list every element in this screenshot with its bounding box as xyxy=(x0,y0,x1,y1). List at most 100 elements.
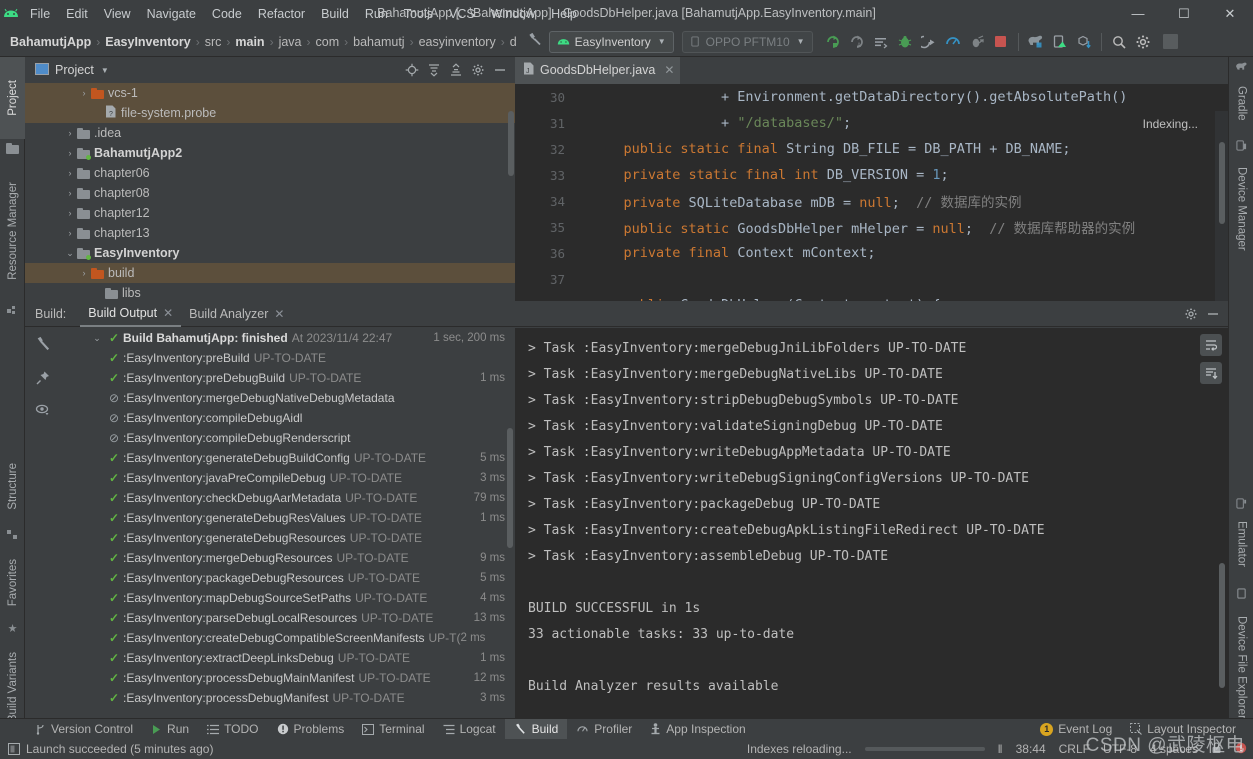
menu-build[interactable]: Build xyxy=(313,4,357,24)
tool-window-version-control[interactable]: Version Control xyxy=(26,719,142,740)
hide-panel-icon[interactable] xyxy=(489,59,511,81)
eye-icon[interactable] xyxy=(35,403,52,420)
menu-vcs[interactable]: VCS xyxy=(441,4,483,24)
build-task-row[interactable]: ✓ :EasyInventory:packageDebugResources U… xyxy=(61,568,515,588)
chevron-down-icon[interactable]: ⌄ xyxy=(63,248,77,259)
tree-row[interactable]: › build xyxy=(25,263,515,283)
file-encoding[interactable]: UTF-8 xyxy=(1103,742,1137,756)
breadcrumb-item-6[interactable]: bahamutj xyxy=(351,35,406,49)
tool-window-build[interactable]: Build xyxy=(504,718,568,740)
build-task-row[interactable]: ✓ :EasyInventory:createDebugCompatibleSc… xyxy=(61,628,515,648)
sidebar-item-resource-manager[interactable]: Resource Manager xyxy=(0,161,25,301)
collapse-all-icon[interactable] xyxy=(445,59,467,81)
status-message[interactable]: Launch succeeded (5 minutes ago) xyxy=(8,742,213,756)
build-task-row[interactable]: ✓ :EasyInventory:checkDebugAarMetadata U… xyxy=(61,488,515,508)
tree-row[interactable]: › chapter06 xyxy=(25,163,515,183)
tree-row[interactable]: › .idea xyxy=(25,123,515,143)
minimize-button[interactable]: — xyxy=(1115,0,1161,27)
tool-window-problems[interactable]: Problems xyxy=(268,719,354,740)
console-line-analyzer-link[interactable]: Build Analyzer results available xyxy=(528,674,1228,700)
chevron-right-icon[interactable]: › xyxy=(63,208,77,218)
debug-icon[interactable] xyxy=(893,30,917,54)
project-tree-scrollbar[interactable] xyxy=(508,111,514,176)
build-task-row[interactable]: ✓ :EasyInventory:javaPreCompileDebug UP-… xyxy=(61,468,515,488)
hide-panel-icon[interactable] xyxy=(1202,303,1224,325)
chevron-right-icon[interactable]: › xyxy=(63,148,77,158)
build-task-row[interactable]: ⊘ :EasyInventory:compileDebugRenderscrip… xyxy=(61,428,515,448)
tree-row[interactable]: libs xyxy=(25,283,515,301)
breadcrumb-item-3[interactable]: main xyxy=(233,35,266,49)
locate-icon[interactable] xyxy=(401,59,423,81)
scroll-to-end-icon[interactable] xyxy=(1200,362,1222,384)
stop-icon[interactable] xyxy=(989,30,1013,54)
tool-window-terminal[interactable]: Terminal xyxy=(353,719,433,740)
code-editor[interactable]: 30 + Environment.getDataDirectory().getA… xyxy=(515,84,1228,301)
breadcrumb-item-7[interactable]: easyinventory xyxy=(417,35,498,49)
run-configuration-selector[interactable]: EasyInventory ▼ xyxy=(548,30,674,53)
tab-build-output[interactable]: Build Output ✕ xyxy=(80,301,182,327)
menu-view[interactable]: View xyxy=(96,4,139,24)
build-task-row[interactable]: ✓ :EasyInventory:mapDebugSourceSetPaths … xyxy=(61,588,515,608)
chevron-right-icon[interactable]: › xyxy=(63,188,77,198)
sidebar-item-gradle[interactable]: Gradle xyxy=(1229,77,1253,129)
menu-refactor[interactable]: Refactor xyxy=(250,4,313,24)
device-manager-icon[interactable] xyxy=(1048,30,1072,54)
close-icon[interactable]: ✕ xyxy=(664,63,674,77)
build-task-tree[interactable]: ⌄ ✓ Build BahamutjApp: finished At 2023/… xyxy=(61,328,516,718)
breadcrumb-item-4[interactable]: java xyxy=(277,35,304,49)
build-task-row[interactable]: ✓ :EasyInventory:parseDebugLocalResource… xyxy=(61,608,515,628)
breadcrumb-item-5[interactable]: com xyxy=(314,35,342,49)
line-separator[interactable]: CRLF xyxy=(1059,742,1090,756)
menu-edit[interactable]: Edit xyxy=(58,4,96,24)
tool-window-layout-inspector[interactable]: Layout Inspector xyxy=(1121,719,1245,740)
tool-window-app-inspection[interactable]: App Inspection xyxy=(641,719,754,740)
tree-row[interactable]: ⌄ EasyInventory xyxy=(25,243,515,263)
chevron-down-icon[interactable]: ▼ xyxy=(101,66,109,75)
tree-row[interactable]: › vcs-1 xyxy=(25,83,515,103)
breadcrumb-item-0[interactable]: BahamutjApp xyxy=(8,35,93,49)
chevron-right-icon[interactable]: › xyxy=(63,168,77,178)
build-task-row[interactable]: ✓ :EasyInventory:mergeDebugResources UP-… xyxy=(61,548,515,568)
sidebar-item-device-manager[interactable]: Device Manager xyxy=(1229,155,1253,263)
build-tree-scrollbar[interactable] xyxy=(507,428,513,548)
breadcrumb-item-1[interactable]: EasyInventory xyxy=(103,35,192,49)
build-task-row[interactable]: ✓ :EasyInventory:preDebugBuild UP-TO-DAT… xyxy=(61,368,515,388)
build-task-row[interactable]: ✓ :EasyInventory:processDebugMainManifes… xyxy=(61,668,515,688)
maximize-button[interactable]: ☐ xyxy=(1161,0,1207,27)
tool-window-profiler[interactable]: Profiler xyxy=(567,719,641,740)
build-task-row[interactable]: ✓ :EasyInventory:preBuild UP-TO-DATE xyxy=(61,348,515,368)
tool-window-logcat[interactable]: Logcat xyxy=(434,719,505,740)
build-root-row[interactable]: ⌄ ✓ Build BahamutjApp: finished At 2023/… xyxy=(61,328,515,348)
build-hammer-icon[interactable] xyxy=(519,32,549,50)
soft-wrap-icon[interactable] xyxy=(1200,334,1222,356)
build-task-row[interactable]: ✓ :EasyInventory:processDebugManifest UP… xyxy=(61,688,515,708)
tool-window-event-log[interactable]: 1 Event Log xyxy=(1031,719,1121,740)
menu-run[interactable]: Run xyxy=(357,4,396,24)
chevron-right-icon[interactable]: › xyxy=(77,88,91,98)
pin-icon[interactable] xyxy=(35,370,51,389)
menu-help[interactable]: Help xyxy=(543,4,585,24)
tree-row[interactable]: › chapter12 xyxy=(25,203,515,223)
close-button[interactable]: ✕ xyxy=(1207,0,1253,27)
sidebar-item-favorites[interactable]: Favorites xyxy=(0,547,25,619)
build-task-row[interactable]: ⊘ :EasyInventory:mergeDebugNativeDebugMe… xyxy=(61,388,515,408)
tree-row[interactable]: › chapter08 xyxy=(25,183,515,203)
breadcrumb-item-8[interactable]: d xyxy=(508,35,519,49)
project-tree[interactable]: › vcs-1 ? file-system.probe › .idea › Ba… xyxy=(25,83,515,301)
build-task-row[interactable]: ✓ :EasyInventory:generateDebugBuildConfi… xyxy=(61,448,515,468)
close-icon[interactable]: ✕ xyxy=(274,307,284,321)
tree-row[interactable]: ? file-system.probe xyxy=(25,103,515,123)
inspections-icon[interactable] xyxy=(1235,742,1247,757)
build-task-row[interactable]: ⊘ :EasyInventory:compileDebugAidl xyxy=(61,408,515,428)
build-console[interactable]: > Task :EasyInventory:mergeDebugJniLibFo… xyxy=(516,328,1228,718)
attach-debugger-icon[interactable] xyxy=(965,30,989,54)
device-selector[interactable]: OPPO PFTM10 ▼ xyxy=(681,30,813,53)
settings-icon[interactable] xyxy=(1131,30,1155,54)
sidebar-item-structure[interactable]: Structure xyxy=(0,447,25,525)
sdk-manager-icon[interactable] xyxy=(869,30,893,54)
settings-icon[interactable] xyxy=(1180,303,1202,325)
settings-icon[interactable] xyxy=(467,59,489,81)
tree-row[interactable]: › chapter13 xyxy=(25,223,515,243)
sidebar-item-project[interactable]: Project xyxy=(0,57,25,139)
sidebar-item-emulator[interactable]: Emulator xyxy=(1229,513,1253,575)
